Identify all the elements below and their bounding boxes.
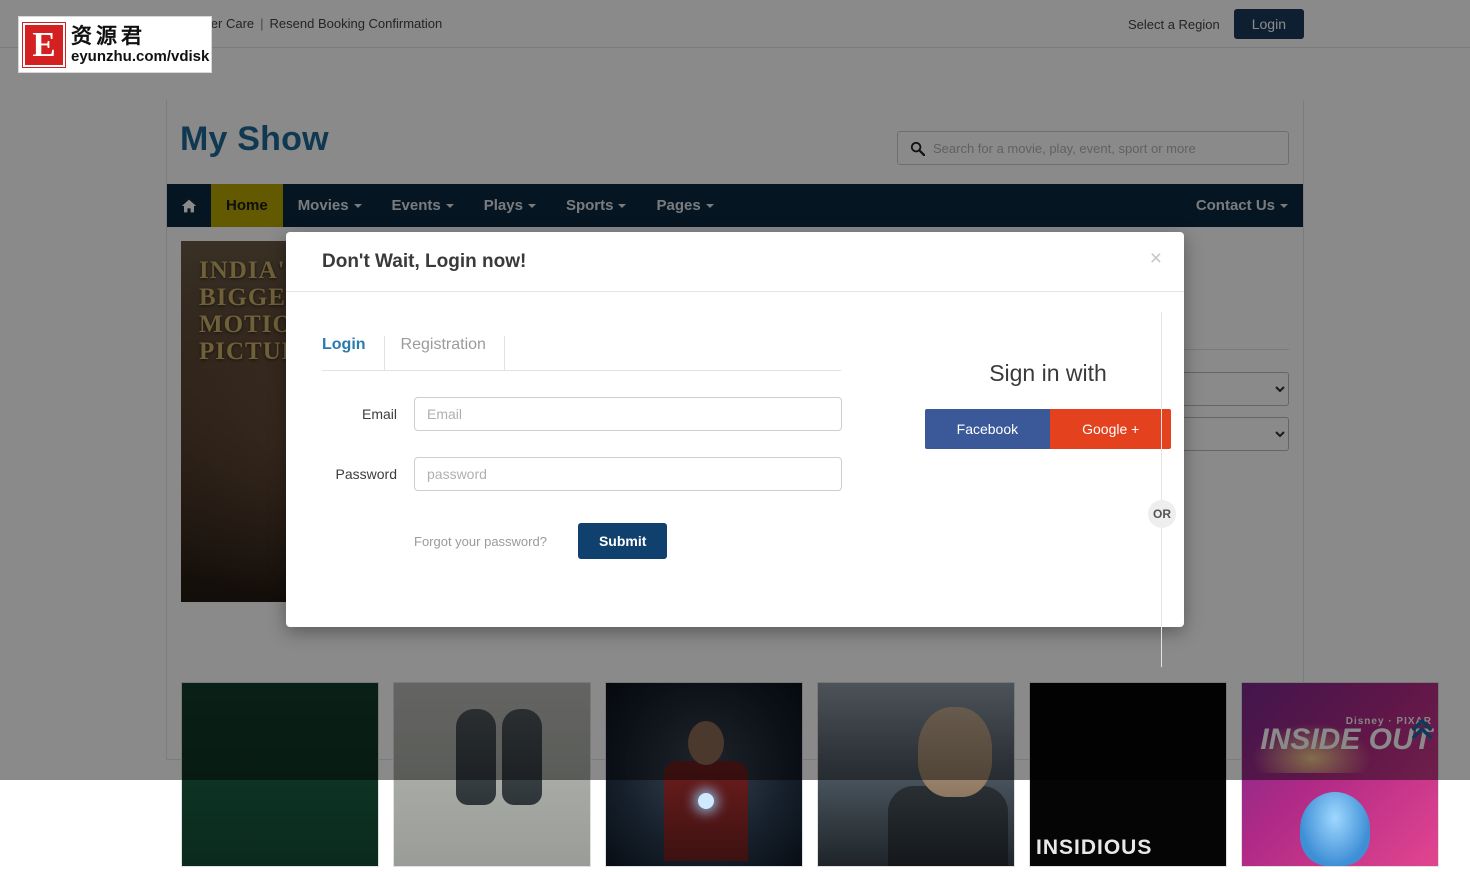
password-field[interactable] bbox=[414, 457, 842, 491]
inside-out-character-shape bbox=[1300, 792, 1370, 866]
social-signin-title: Sign in with bbox=[912, 360, 1184, 387]
watermark-url: eyunzhu.com/vdisk bbox=[71, 49, 209, 65]
login-modal: Don't Wait, Login now! × Login Registrat… bbox=[286, 232, 1184, 627]
or-divider-line bbox=[1161, 312, 1162, 667]
terminator-body-shape bbox=[888, 786, 1008, 866]
email-label: Email bbox=[322, 406, 414, 422]
thumb-insidious-title: INSIDIOUS bbox=[1036, 836, 1152, 860]
forgot-password-link[interactable]: Forgot your password? bbox=[414, 534, 547, 549]
email-field[interactable] bbox=[414, 397, 842, 431]
social-signin-column: Sign in with Facebook Google + bbox=[876, 336, 1184, 559]
social-buttons-group: Facebook Google + bbox=[925, 409, 1172, 449]
login-form-column: Login Registration Email Password Forgot… bbox=[286, 336, 876, 559]
or-badge: OR bbox=[1148, 500, 1176, 528]
google-signin-button[interactable]: Google + bbox=[1050, 409, 1171, 449]
form-actions: Forgot your password? Submit bbox=[322, 523, 876, 559]
watermark-chinese-text: 资源君 bbox=[71, 25, 209, 47]
modal-header: Don't Wait, Login now! × bbox=[286, 232, 1184, 292]
close-icon[interactable]: × bbox=[1150, 248, 1162, 269]
auth-tabs: Login Registration bbox=[322, 336, 841, 371]
password-label: Password bbox=[322, 466, 414, 482]
modal-title: Don't Wait, Login now! bbox=[322, 251, 1164, 273]
email-row: Email bbox=[322, 397, 876, 431]
tab-registration[interactable]: Registration bbox=[401, 336, 505, 370]
facebook-signin-button[interactable]: Facebook bbox=[925, 409, 1050, 449]
submit-button[interactable]: Submit bbox=[578, 523, 667, 559]
tab-login[interactable]: Login bbox=[322, 336, 385, 370]
watermark-letter: E bbox=[23, 23, 65, 67]
ironman-arc-reactor-shape bbox=[698, 793, 714, 809]
modal-body: Login Registration Email Password Forgot… bbox=[286, 292, 1184, 627]
watermark-text-group: 资源君 eyunzhu.com/vdisk bbox=[71, 25, 209, 65]
password-row: Password bbox=[322, 457, 876, 491]
watermark-logo: E 资源君 eyunzhu.com/vdisk bbox=[18, 16, 212, 73]
